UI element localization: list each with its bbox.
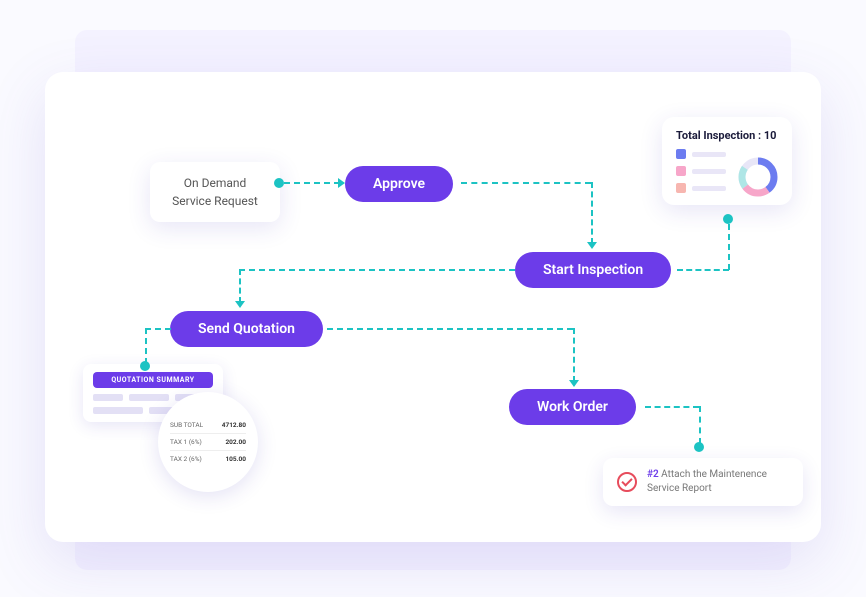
- connector-line: [699, 406, 701, 444]
- donut-chart-icon: [736, 155, 780, 199]
- connector-line: [145, 328, 147, 364]
- connector-dot: [274, 178, 284, 188]
- legend-row: [676, 149, 726, 159]
- connector-dot: [723, 214, 733, 224]
- arrow-right-icon: [338, 178, 345, 188]
- qt-label: TAX 2 (6%): [170, 455, 202, 463]
- node-send-quotation-label: Send Quotation: [198, 321, 295, 337]
- legend-row: [676, 166, 726, 176]
- legend-row: [676, 183, 726, 193]
- connector-dot: [694, 442, 704, 452]
- node-work-order-label: Work Order: [537, 399, 608, 415]
- legend-swatch: [676, 166, 686, 176]
- connector-line: [645, 406, 699, 408]
- node-start-inspection-label: Start Inspection: [543, 262, 643, 278]
- checkmark-circle-icon: [617, 472, 637, 492]
- node-send-quotation: Send Quotation: [170, 311, 323, 347]
- legend-bar: [692, 186, 726, 191]
- node-approve-label: Approve: [373, 176, 425, 192]
- qt-label: TAX 1 (6%): [170, 438, 202, 446]
- legend-bar: [692, 169, 726, 174]
- qt-label: SUB TOTAL: [170, 421, 203, 429]
- inspection-title: Total Inspection : 10: [676, 129, 778, 142]
- connector-line: [677, 269, 729, 271]
- connector-line: [573, 328, 575, 382]
- connector-line: [145, 328, 171, 330]
- legend-swatch: [676, 183, 686, 193]
- connector-dot: [140, 361, 150, 371]
- connector-line: [591, 182, 593, 244]
- attach-text: #2 Attach the Maintenence Service Report: [647, 468, 789, 496]
- attach-num: #2: [647, 469, 659, 480]
- quotation-total-row: SUB TOTAL 4712.80: [170, 417, 246, 434]
- arrow-down-icon: [587, 242, 597, 249]
- quotation-header: QUOTATION SUMMARY: [93, 372, 213, 388]
- qt-value: 202.00: [225, 438, 246, 446]
- card-on-demand-request: On Demand Service Request: [150, 162, 280, 222]
- connector-line: [239, 269, 515, 271]
- arrow-down-icon: [569, 380, 579, 387]
- connector-line: [239, 269, 241, 303]
- legend-bar: [692, 152, 726, 157]
- legend-swatch: [676, 149, 686, 159]
- on-demand-line2: Service Request: [166, 192, 264, 210]
- node-work-order: Work Order: [509, 389, 636, 425]
- quotation-total-row: TAX 1 (6%) 202.00: [170, 434, 246, 451]
- node-start-inspection: Start Inspection: [515, 252, 671, 288]
- quotation-total-row: TAX 2 (6%) 105.00: [170, 451, 246, 467]
- card-quotation-totals: SUB TOTAL 4712.80 TAX 1 (6%) 202.00 TAX 2 …: [158, 392, 258, 492]
- card-attach-report: #2 Attach the Maintenence Service Report: [603, 458, 803, 506]
- connector-line: [284, 182, 340, 184]
- connector-line: [728, 224, 730, 270]
- arrow-down-icon: [235, 301, 245, 308]
- card-inspection-stats: Total Inspection : 10: [662, 117, 792, 205]
- attach-body: Attach the Maintenence Service Report: [647, 469, 767, 494]
- connector-line: [461, 182, 591, 184]
- qt-value: 4712.80: [222, 421, 246, 429]
- connector-line: [327, 328, 573, 330]
- on-demand-line1: On Demand: [166, 174, 264, 192]
- node-approve: Approve: [345, 166, 453, 202]
- main-canvas: On Demand Service Request Approve Start …: [45, 72, 821, 542]
- qt-value: 105.00: [225, 455, 246, 463]
